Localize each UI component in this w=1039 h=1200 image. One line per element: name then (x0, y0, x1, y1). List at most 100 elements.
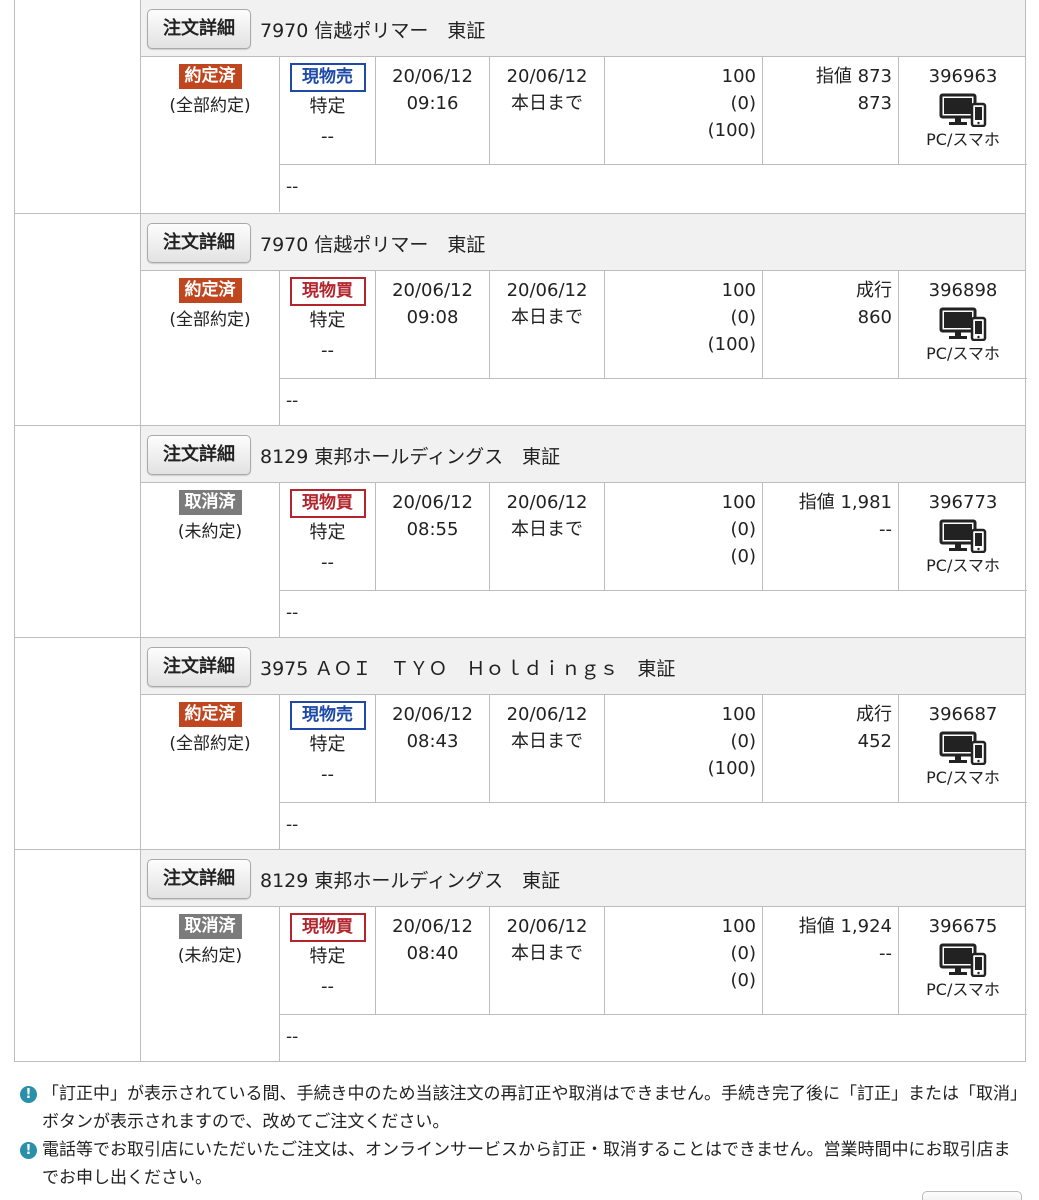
order-header: 注文詳細 8129 東邦ホールディングス 東証 (141, 850, 1025, 907)
order-datetime-cell: 20/06/12 08:40 (375, 907, 489, 1015)
order-quantity: 100 (721, 66, 756, 87)
pending-quantity: (0) (730, 519, 757, 540)
order-number: 396963 (928, 66, 998, 87)
price-condition: 指値 1,981 (798, 492, 892, 513)
order-date: 20/06/12 (392, 916, 473, 937)
order-channel: PC/スマホ (926, 556, 1000, 575)
expiry-date: 20/06/12 (506, 66, 588, 87)
filled-quantity: (0) (730, 546, 757, 567)
stock-name: 7970 信越ポリマー 東証 (260, 20, 486, 42)
account-type: 特定 (309, 310, 346, 331)
order-content: 注文詳細 3975 ＡＯＩ ＴＹＯ Ｈｏｌｄｉｎｇｓ 東証 約定済 (全部約定)… (141, 638, 1027, 850)
status-detail: (全部約定) (169, 734, 251, 754)
expiry-date: 20/06/12 (506, 704, 588, 725)
status-badge: 約定済 (178, 64, 242, 89)
pc-smartphone-icon (939, 307, 987, 341)
status-detail: (全部約定) (169, 96, 251, 116)
expiry-cell: 20/06/12 本日まで (489, 695, 604, 803)
order-detail-button[interactable]: 注文詳細 (147, 647, 251, 687)
price-cell: 指値 873 873 (762, 57, 898, 165)
expiry-label: 本日まで (511, 943, 583, 964)
filled-price: -- (879, 519, 892, 540)
order-content: 注文詳細 7970 信越ポリマー 東証 約定済 (全部約定) 現物買 特定 --… (141, 214, 1027, 426)
account-type: 特定 (309, 96, 346, 117)
filled-price: 873 (857, 93, 892, 114)
status-cell: 約定済 (全部約定) (141, 57, 279, 212)
pending-quantity: (0) (730, 731, 757, 752)
quantity-cell: 100 (0) (0) (604, 483, 762, 591)
order-list: 注文詳細 7970 信越ポリマー 東証 約定済 (全部約定) 現物売 特定 --… (14, 0, 1027, 1062)
order-detail-button[interactable]: 注文詳細 (147, 9, 251, 49)
pc-smartphone-icon (939, 93, 987, 127)
order-quantity: 100 (721, 492, 756, 513)
order-time: 09:08 (406, 307, 459, 328)
expiry-date: 20/06/12 (506, 280, 588, 301)
trade-cell: 現物買 特定 -- (279, 271, 375, 379)
status-cell: 約定済 (全部約定) (141, 695, 279, 850)
expiry-date: 20/06/12 (506, 492, 588, 513)
order-quantity: 100 (721, 704, 756, 725)
expiry-label: 本日まで (511, 731, 583, 752)
expiry-label: 本日まで (511, 519, 583, 540)
quantity-cell: 100 (0) (100) (604, 695, 762, 803)
order-memo: -- (279, 591, 1025, 638)
pc-smartphone-icon (939, 519, 987, 553)
order-time: 08:40 (406, 943, 459, 964)
order-number-cell: 396773 PC/スマホ (898, 483, 1027, 591)
order-channel: PC/スマホ (926, 344, 1000, 363)
order-date: 20/06/12 (392, 66, 473, 87)
account-type: 特定 (309, 946, 346, 967)
expiry-cell: 20/06/12 本日まで (489, 271, 604, 379)
expiry-cell: 20/06/12 本日まで (489, 57, 604, 165)
order-date: 20/06/12 (392, 280, 473, 301)
order-detail-button[interactable]: 注文詳細 (147, 223, 251, 263)
account-sub: -- (321, 340, 334, 361)
expiry-label: 本日まで (511, 93, 583, 114)
status-cell: 約定済 (全部約定) (141, 271, 279, 426)
pending-quantity: (0) (730, 943, 757, 964)
trade-cell: 現物買 特定 -- (279, 907, 375, 1015)
order-detail-button[interactable]: 注文詳細 (147, 859, 251, 899)
order-block: 注文詳細 7970 信越ポリマー 東証 約定済 (全部約定) 現物買 特定 --… (14, 214, 1027, 426)
order-block: 注文詳細 3975 ＡＯＩ ＴＹＯ Ｈｏｌｄｉｎｇｓ 東証 約定済 (全部約定)… (14, 638, 1027, 850)
status-detail: (未約定) (177, 522, 243, 542)
filled-price: 860 (857, 307, 892, 328)
order-channel: PC/スマホ (926, 980, 1000, 999)
status-badge: 約定済 (178, 278, 242, 303)
order-content: 注文詳細 7970 信越ポリマー 東証 約定済 (全部約定) 現物売 特定 --… (141, 0, 1027, 213)
order-detail-button[interactable]: 注文詳細 (147, 435, 251, 475)
order-left-column (15, 426, 141, 637)
info-icon: ! (20, 1142, 37, 1159)
account-sub: -- (321, 764, 334, 785)
status-cell: 取消済 (未約定) (141, 483, 279, 638)
trade-cell: 現物買 特定 -- (279, 483, 375, 591)
price-condition: 指値 1,924 (798, 916, 892, 937)
expiry-cell: 20/06/12 本日まで (489, 483, 604, 591)
status-detail: (未約定) (177, 946, 243, 966)
note-item: ! 電話等でお取引店にいただいたご注文は、オンラインサービスから訂正・取消すること… (20, 1136, 1020, 1192)
trade-type-badge: 現物売 (289, 63, 366, 92)
order-memo: -- (279, 1015, 1025, 1062)
expiry-label: 本日まで (511, 307, 583, 328)
price-condition: 成行 (856, 280, 892, 301)
order-row: 取消済 (未約定) 現物買 特定 -- 20/06/12 08:40 20/06… (141, 907, 1027, 1015)
order-channel: PC/スマホ (926, 768, 1000, 787)
order-time: 08:43 (406, 731, 459, 752)
trade-type-badge: 現物買 (289, 277, 366, 306)
filled-quantity: (100) (707, 334, 756, 355)
partial-button[interactable] (922, 1191, 1022, 1200)
account-sub: -- (321, 976, 334, 997)
pending-quantity: (0) (730, 93, 757, 114)
quantity-cell: 100 (0) (100) (604, 57, 762, 165)
price-cell: 指値 1,924 -- (762, 907, 898, 1015)
status-badge: 取消済 (178, 914, 242, 939)
note-text: 「訂正中」が表示されている間、手続き中のため当該注文の再訂正や取消はできません。… (42, 1084, 1019, 1132)
order-content: 注文詳細 8129 東邦ホールディングス 東証 取消済 (未約定) 現物買 特定… (141, 426, 1027, 638)
order-block: 注文詳細 8129 東邦ホールディングス 東証 取消済 (未約定) 現物買 特定… (14, 426, 1027, 638)
order-date: 20/06/12 (392, 704, 473, 725)
filled-quantity: (100) (707, 120, 756, 141)
price-cell: 成行 452 (762, 695, 898, 803)
order-date: 20/06/12 (392, 492, 473, 513)
order-left-column (15, 638, 141, 849)
trade-type-badge: 現物買 (289, 489, 366, 518)
